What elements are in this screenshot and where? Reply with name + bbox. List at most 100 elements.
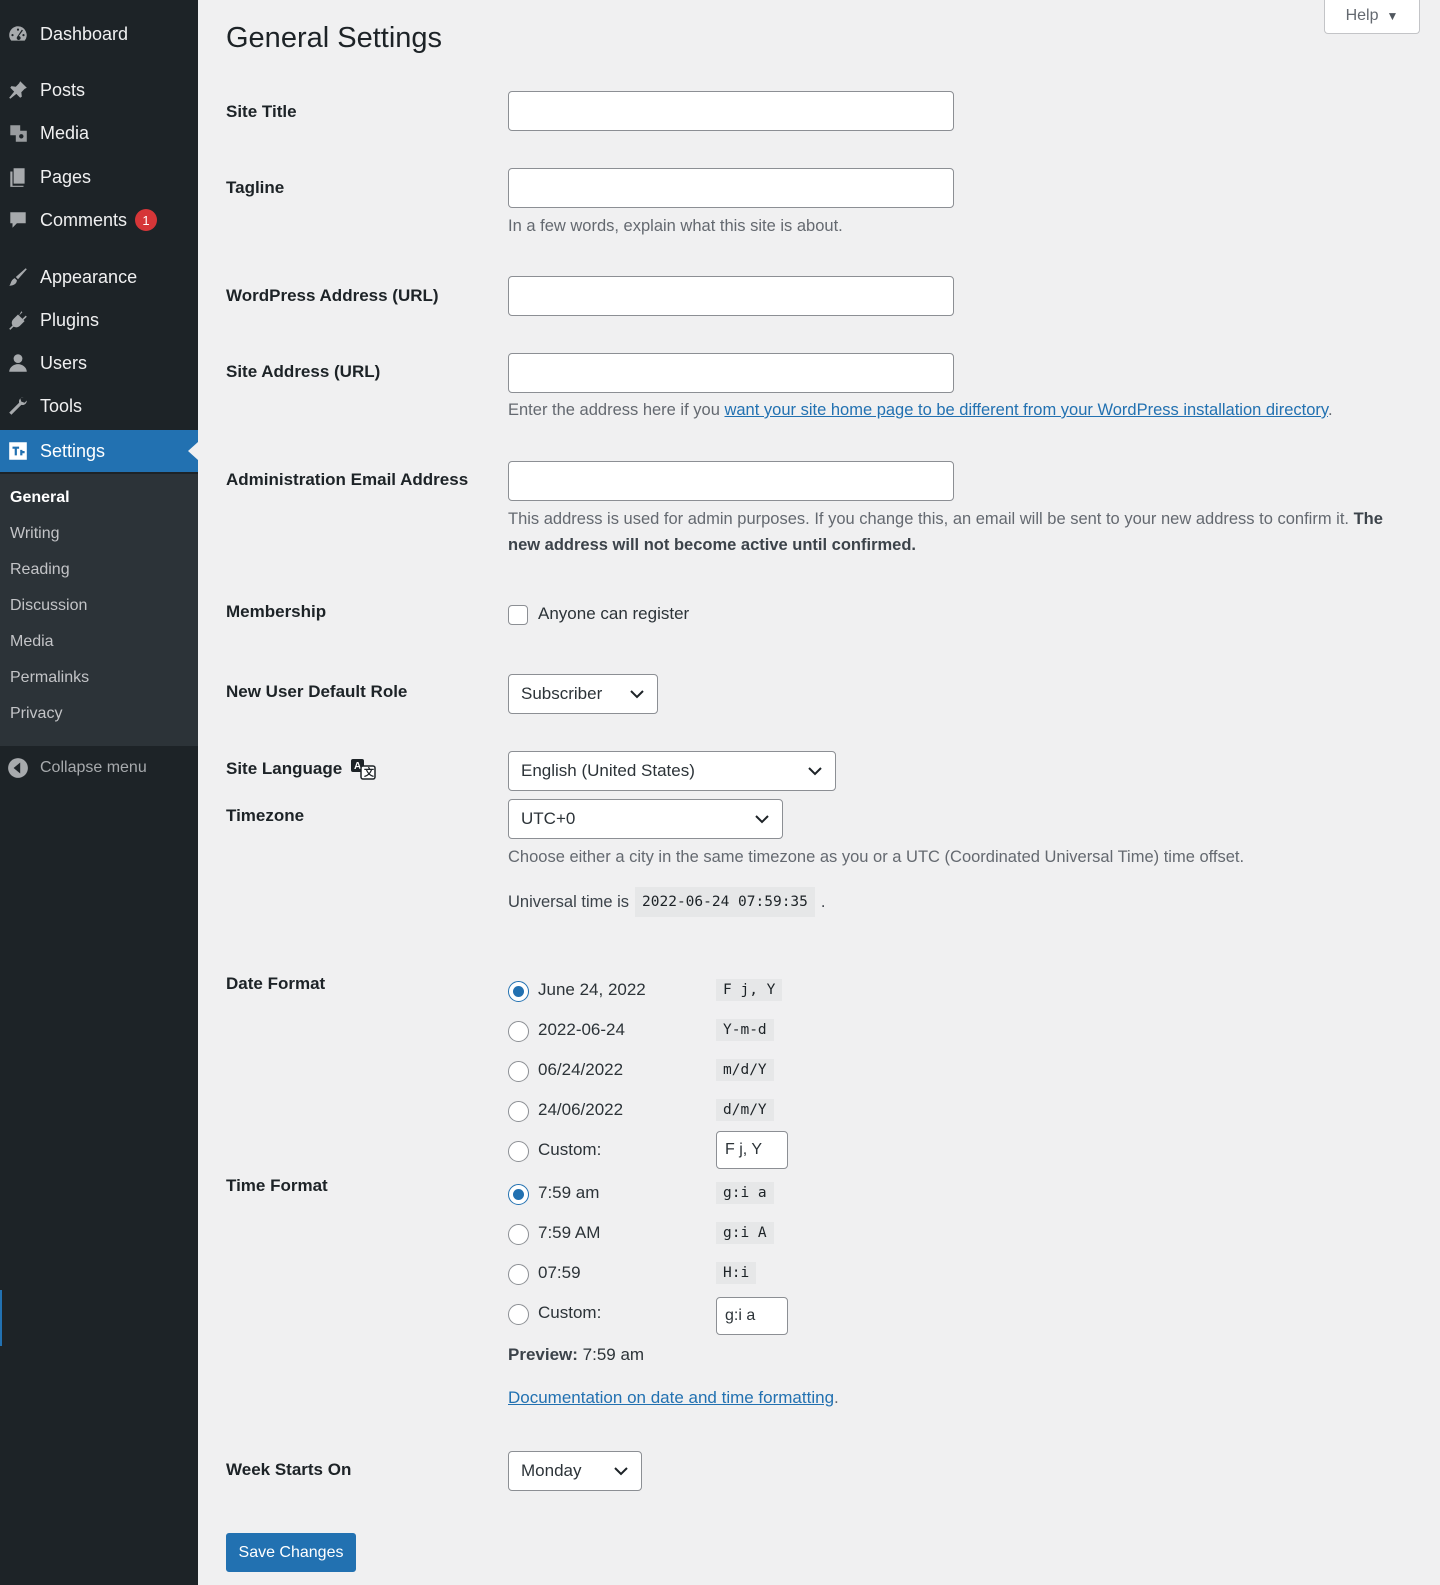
submenu-general[interactable]: General	[10, 489, 70, 507]
default-role-select[interactable]: Subscriber	[508, 674, 658, 714]
date-format-code: d/m/Y	[716, 1099, 774, 1121]
default-role-label: New User Default Role	[226, 682, 408, 701]
admin-email-description: This address is used for admin purposes.…	[508, 510, 1383, 554]
timezone-select[interactable]: UTC+0	[508, 799, 783, 839]
collapse-arrow-icon	[7, 757, 29, 779]
site-language-label-wrap: Site Language A 文	[226, 759, 376, 780]
wrench-icon	[6, 394, 30, 418]
chevron-down-icon	[755, 815, 769, 824]
date-format-option-label: June 24, 2022	[538, 980, 646, 999]
admin-sidebar: Dashboard Posts Media Pages Comments 1 A…	[0, 0, 198, 1585]
triangle-down-icon: ▼	[1386, 8, 1399, 23]
time-format-custom-input[interactable]	[716, 1297, 788, 1335]
date-format-custom-radio[interactable]	[508, 1141, 529, 1162]
site-address-help-link[interactable]: want your site home page to be different…	[724, 401, 1327, 419]
time-format-custom-radio[interactable]	[508, 1304, 529, 1325]
time-format-radio[interactable]	[508, 1224, 529, 1245]
date-format-custom-label: Custom:	[538, 1140, 602, 1159]
page-title: General Settings	[226, 22, 443, 54]
chevron-down-icon	[630, 690, 644, 699]
dashboard-icon	[6, 22, 30, 46]
timezone-description: Choose either a city in the same timezon…	[508, 848, 1245, 866]
wp-address-label: WordPress Address (URL)	[226, 286, 439, 305]
menu-item-dashboard[interactable]: Dashboard	[0, 14, 198, 54]
submenu-discussion[interactable]: Discussion	[10, 597, 87, 615]
site-language-select[interactable]: English (United States)	[508, 751, 836, 791]
main-content: Help ▼ General Settings Site Title Tagli…	[198, 0, 1440, 1585]
date-format-option-label: 06/24/2022	[538, 1060, 624, 1079]
brush-icon	[6, 265, 30, 289]
sidebar-edge-marker	[0, 1290, 2, 1346]
date-format-code: m/d/Y	[716, 1059, 774, 1081]
menu-item-users[interactable]: Users	[0, 343, 198, 383]
submenu-writing[interactable]: Writing	[10, 525, 60, 543]
date-format-radio[interactable]	[508, 1061, 529, 1082]
submenu-reading[interactable]: Reading	[10, 561, 70, 579]
admin-email-input[interactable]	[508, 461, 954, 501]
membership-label: Membership	[226, 602, 327, 621]
time-format-code: H:i	[716, 1262, 757, 1284]
date-format-code: F j, Y	[716, 979, 783, 1001]
menu-item-appearance[interactable]: Appearance	[0, 257, 198, 297]
universal-time-line: Universal time is 2022-06-24 07:59:35 .	[508, 887, 826, 917]
comments-count-badge: 1	[135, 209, 158, 231]
date-format-radio[interactable]	[508, 1021, 529, 1042]
settings-icon	[6, 439, 30, 463]
comment-icon	[6, 208, 30, 232]
media-icon	[6, 121, 30, 145]
tagline-label: Tagline	[226, 178, 285, 197]
date-format-option-label: 24/06/2022	[538, 1100, 624, 1119]
wp-address-input[interactable]	[508, 276, 954, 316]
chevron-down-icon	[808, 767, 822, 776]
time-format-custom-label: Custom:	[538, 1303, 602, 1322]
time-format-code: g:i A	[716, 1222, 774, 1244]
plug-icon	[6, 308, 30, 332]
timezone-label: Timezone	[226, 806, 305, 825]
date-format-radio[interactable]	[508, 1101, 529, 1122]
time-format-preview: Preview: 7:59 am	[508, 1345, 645, 1364]
collapse-menu-button[interactable]: Collapse menu	[0, 752, 198, 784]
time-format-label: Time Format	[226, 1176, 328, 1195]
time-format-option-label: 7:59 am	[538, 1183, 600, 1202]
translation-icon: A 文	[351, 759, 376, 780]
time-format-radio[interactable]	[508, 1264, 529, 1285]
anyone-can-register-label: Anyone can register	[538, 604, 690, 623]
svg-text:A: A	[354, 761, 361, 772]
time-format-radio[interactable]	[508, 1184, 529, 1205]
tagline-input[interactable]	[508, 168, 954, 208]
menu-item-media[interactable]: Media	[0, 113, 198, 153]
menu-item-settings[interactable]: Settings	[0, 430, 198, 472]
date-format-option-label: 2022-06-24	[538, 1020, 625, 1039]
site-title-input[interactable]	[508, 91, 954, 131]
settings-submenu: General Writing Reading Discussion Media…	[0, 474, 198, 746]
site-address-input[interactable]	[508, 353, 954, 393]
menu-item-plugins[interactable]: Plugins	[0, 300, 198, 340]
admin-email-label: Administration Email Address	[226, 470, 469, 489]
user-icon	[6, 351, 30, 375]
date-format-custom-input[interactable]	[716, 1131, 788, 1169]
menu-item-tools[interactable]: Tools	[0, 386, 198, 426]
week-starts-select[interactable]: Monday	[508, 1451, 642, 1491]
date-time-documentation-link[interactable]: Documentation on date and time formattin…	[508, 1388, 834, 1407]
anyone-can-register-checkbox[interactable]	[508, 605, 528, 625]
submenu-privacy[interactable]: Privacy	[10, 705, 62, 723]
date-time-doc-line: Documentation on date and time formattin…	[508, 1388, 839, 1407]
menu-item-posts[interactable]: Posts	[0, 70, 198, 110]
help-tab-button[interactable]: Help ▼	[1324, 0, 1420, 34]
tagline-description: In a few words, explain what this site i…	[508, 217, 843, 235]
pin-icon	[6, 78, 30, 102]
save-changes-button[interactable]: Save Changes	[226, 1533, 356, 1572]
submenu-permalinks[interactable]: Permalinks	[10, 669, 89, 687]
menu-item-comments[interactable]: Comments 1	[0, 200, 198, 240]
pages-icon	[6, 165, 30, 189]
svg-text:文: 文	[364, 766, 375, 779]
date-format-code: Y-m-d	[716, 1019, 774, 1041]
time-format-option-label: 7:59 AM	[538, 1223, 601, 1242]
site-address-label: Site Address (URL)	[226, 362, 381, 381]
time-format-option-label: 07:59	[538, 1263, 581, 1282]
week-starts-label: Week Starts On	[226, 1460, 352, 1479]
site-title-label: Site Title	[226, 102, 297, 121]
date-format-radio[interactable]	[508, 981, 529, 1002]
submenu-media[interactable]: Media	[10, 633, 54, 651]
menu-item-pages[interactable]: Pages	[0, 157, 198, 197]
